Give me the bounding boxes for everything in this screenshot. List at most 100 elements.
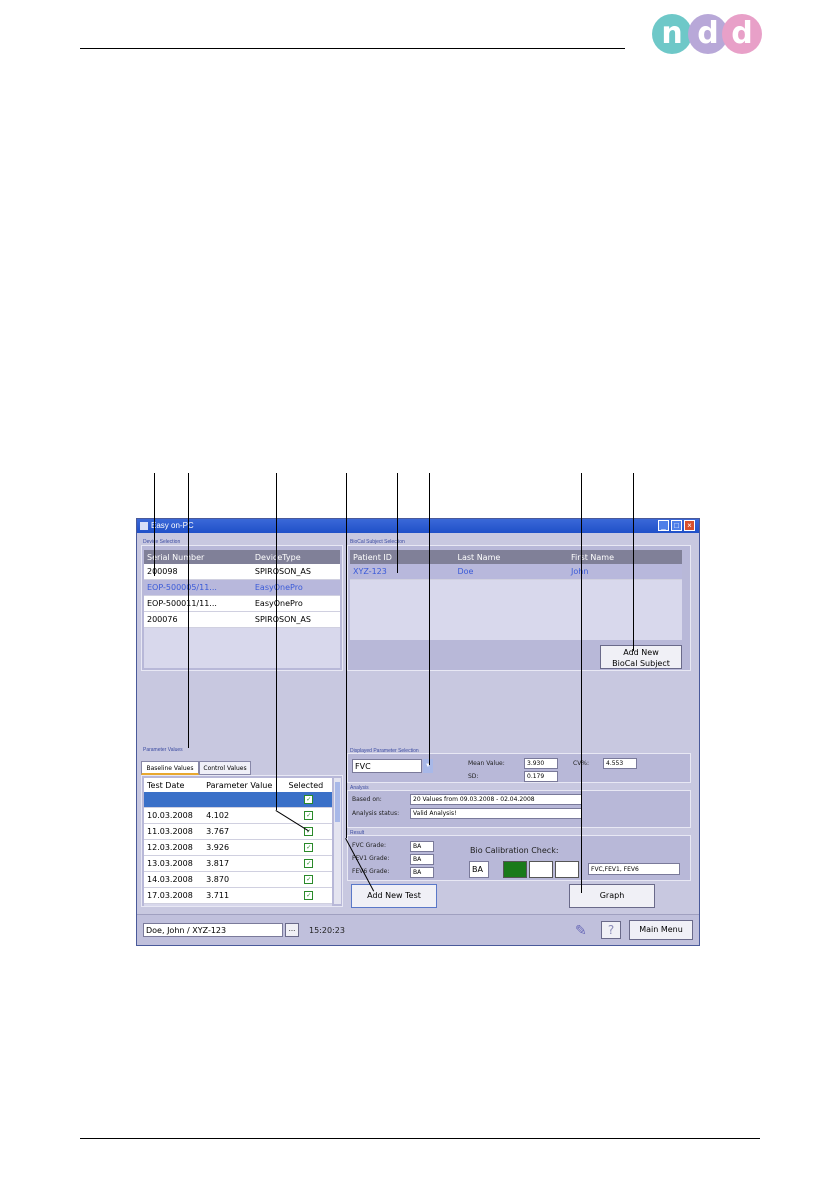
pen-icon[interactable]: ✎ <box>575 921 591 939</box>
col-test-date: Test Date <box>144 778 204 792</box>
sd-field: 0.179 <box>524 771 558 782</box>
sd-label: SD: <box>468 773 479 780</box>
fvc-grade-field: BA <box>410 841 434 852</box>
cell: 13.03.2008 <box>144 855 204 872</box>
table-scrollbar[interactable] <box>334 778 341 904</box>
cell: 4.102 <box>203 807 286 824</box>
cell: ✓ <box>285 887 332 904</box>
main-menu-button[interactable]: Main Menu <box>629 920 693 940</box>
table-row[interactable]: EOP-500005/11... EasyOnePro <box>144 579 340 596</box>
table-row[interactable]: 200076 SPIROSON_AS <box>144 611 340 628</box>
cell <box>203 792 286 808</box>
based-on-field: 20 Values from 09.03.2008 - 02.04.2008 <box>410 794 582 805</box>
bio-params-field: FVC,FEV1, FEV6 <box>588 863 680 875</box>
fev1-grade-field: BA <box>410 854 434 865</box>
selected-checkbox[interactable]: ✓ <box>304 795 314 804</box>
clock-time: 15:20:23 <box>309 926 345 935</box>
close-button[interactable]: × <box>684 520 695 531</box>
scrollbar-thumb[interactable] <box>335 782 340 822</box>
device-selection-panel: Serial Number DeviceType 200098 SPIROSON… <box>141 545 343 671</box>
cell: XYZ-123 <box>350 564 455 580</box>
fev6-grade-label: FEV6 Grade: <box>352 868 390 875</box>
help-button[interactable]: ? <box>601 921 621 939</box>
mean-value-label: Mean Value: <box>468 760 505 767</box>
cell: 3.711 <box>203 887 286 904</box>
header-rule <box>80 48 625 49</box>
cell: EOP-500005/11... <box>144 579 252 596</box>
tab-baseline-values[interactable]: Baseline Values <box>141 761 199 775</box>
cell: ✓ <box>285 871 332 888</box>
parameter-values-panel: Test Date Parameter Value Selected ✓ 10.… <box>141 775 343 907</box>
patient-browse-button[interactable]: ... <box>285 923 299 937</box>
callout-line <box>429 473 430 765</box>
cell: 14.03.2008 <box>144 871 204 888</box>
callout-line <box>154 473 155 576</box>
displayed-parameter-panel: FVC ▼ Mean Value: 3.930 SD: 0.179 CV%: 4… <box>347 753 691 783</box>
table-row[interactable]: 13.03.2008 3.817 ✓ <box>144 855 332 872</box>
based-on-label: Based on: <box>352 796 382 803</box>
cell: 3.767 <box>203 823 286 840</box>
cell: John <box>568 564 682 580</box>
add-biocal-subject-button[interactable]: Add New BioCal Subject <box>600 645 682 669</box>
table-row[interactable]: 10.03.2008 4.102 ✓ <box>144 807 332 824</box>
cell: 200098 <box>144 564 252 580</box>
minimize-button[interactable]: _ <box>658 520 669 531</box>
maximize-button[interactable]: □ <box>671 520 682 531</box>
bio-status-box-2 <box>529 861 553 878</box>
cell: EasyOnePro <box>251 579 340 596</box>
cell: 200076 <box>144 611 252 628</box>
table-row[interactable]: ✓ <box>144 792 332 808</box>
cell: SPIROSON_AS <box>251 564 340 580</box>
logo-letter-n: n <box>652 14 692 54</box>
cv-field: 4.553 <box>603 758 637 769</box>
tab-control-values[interactable]: Control Values <box>199 761 251 775</box>
cell: Doe <box>454 564 569 580</box>
callout-line <box>581 473 582 893</box>
result-panel: FVC Grade: BA FEV1 Grade: BA FEV6 Grade:… <box>347 835 691 881</box>
cell: 3.817 <box>203 855 286 872</box>
biocal-panel: Patient ID Last Name First Name XYZ-123 … <box>347 545 691 671</box>
analysis-status-label: Analysis status: <box>352 810 400 817</box>
table-row[interactable]: 12.03.2008 3.926 ✓ <box>144 839 332 856</box>
add-biocal-line2: BioCal Subject <box>612 659 670 668</box>
logo-letter-d2: d <box>722 14 762 54</box>
cell: ✓ <box>285 823 332 840</box>
table-row[interactable]: 200098 SPIROSON_AS <box>144 564 340 580</box>
callout-line <box>633 473 634 651</box>
table-row[interactable]: 17.03.2008 3.711 ✓ <box>144 887 332 904</box>
selected-checkbox[interactable]: ✓ <box>304 875 314 884</box>
title-bar: Easy on-PC _ □ × <box>137 519 699 533</box>
cell: ✓ <box>285 792 332 808</box>
footer-rule <box>80 1138 760 1139</box>
selected-checkbox[interactable]: ✓ <box>304 891 314 900</box>
selected-checkbox[interactable]: ✓ <box>304 859 314 868</box>
cell: SPIROSON_AS <box>251 611 340 628</box>
cell: EasyOnePro <box>251 595 340 612</box>
parameter-dropdown[interactable]: FVC <box>352 759 422 773</box>
selected-checkbox[interactable]: ✓ <box>304 811 314 820</box>
table-row[interactable]: 11.03.2008 3.767 ✓ <box>144 823 332 840</box>
callout-line <box>346 473 347 838</box>
col-selected: Selected <box>285 778 332 792</box>
cell: EOP-500011/11... <box>144 595 252 612</box>
table-row[interactable]: 14.03.2008 3.870 ✓ <box>144 871 332 888</box>
cell: ✓ <box>285 839 332 856</box>
patient-field: Doe, John / XYZ-123 <box>143 923 283 937</box>
col-last-name: Last Name <box>454 550 569 564</box>
chevron-down-icon[interactable]: ▼ <box>423 759 433 773</box>
fev6-grade-field: BA <box>410 867 434 878</box>
table-row[interactable]: EOP-500011/11... EasyOnePro <box>144 595 340 612</box>
analysis-panel: Based on: 20 Values from 09.03.2008 - 02… <box>347 790 691 828</box>
app-icon <box>140 522 148 530</box>
parameter-table: Test Date Parameter Value Selected ✓ 10.… <box>144 778 332 906</box>
bio-grade-field: BA <box>469 861 489 878</box>
cell: 3.870 <box>203 871 286 888</box>
parameter-values-label: Parameter Values <box>143 747 183 753</box>
bio-status-box-1 <box>503 861 527 878</box>
add-new-test-button[interactable]: Add New Test <box>351 884 437 908</box>
cell: 11.03.2008 <box>144 823 204 840</box>
fvc-grade-label: FVC Grade: <box>352 842 386 849</box>
device-header-row: Serial Number DeviceType <box>144 550 340 564</box>
selected-checkbox[interactable]: ✓ <box>304 843 314 852</box>
callout-line <box>188 473 189 748</box>
